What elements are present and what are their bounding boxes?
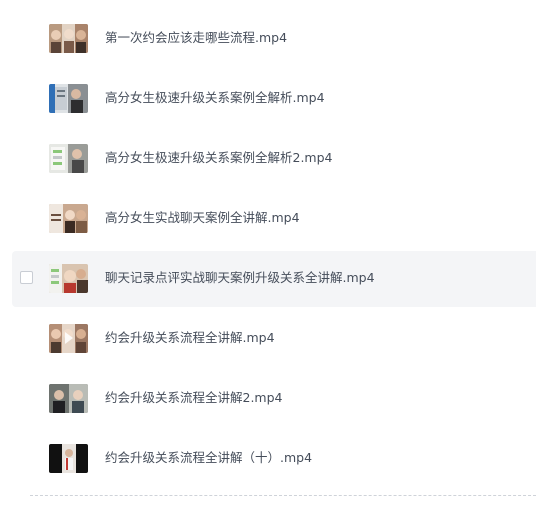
video-thumbnail-icon[interactable] [49,324,88,353]
file-row[interactable]: 高分女生实战聊天案例全讲解.mp4 [12,191,536,247]
video-thumbnail-icon[interactable] [49,84,88,113]
file-row-hovered[interactable]: 聊天记录点评实战聊天案例升级关系全讲解.mp4 [12,251,536,307]
file-list: 第一次约会应该走哪些流程.mp4 高分女生极速升级关系案例全解析.mp4 高分女… [0,0,536,506]
video-thumbnail-icon[interactable] [49,204,88,233]
file-row[interactable]: 高分女生极速升级关系案例全解析2.mp4 [12,131,536,187]
file-row[interactable]: 第一次约会应该走哪些流程.mp4 [12,11,536,67]
file-name[interactable]: 高分女生极速升级关系案例全解析2.mp4 [105,149,333,167]
video-thumbnail-icon[interactable] [49,444,88,473]
file-name[interactable]: 高分女生极速升级关系案例全解析.mp4 [105,89,325,107]
file-row[interactable]: 约会升级关系流程全讲解（十）.mp4 [12,431,536,487]
file-name[interactable]: 聊天记录点评实战聊天案例升级关系全讲解.mp4 [105,269,375,287]
video-thumbnail-icon[interactable] [49,144,88,173]
select-checkbox[interactable] [20,271,33,284]
file-name[interactable]: 第一次约会应该走哪些流程.mp4 [105,29,287,47]
video-thumbnail-icon[interactable] [49,24,88,53]
video-thumbnail-icon[interactable] [49,384,88,413]
file-row[interactable]: 高分女生极速升级关系案例全解析.mp4 [12,71,536,127]
file-name[interactable]: 高分女生实战聊天案例全讲解.mp4 [105,209,300,227]
video-thumbnail-icon[interactable] [49,264,88,293]
file-name[interactable]: 约会升级关系流程全讲解2.mp4 [105,389,283,407]
file-row[interactable]: 约会升级关系流程全讲解.mp4 [12,311,536,367]
file-name[interactable]: 约会升级关系流程全讲解（十）.mp4 [105,449,312,467]
list-divider [30,495,536,496]
file-row[interactable]: 约会升级关系流程全讲解2.mp4 [12,371,536,427]
file-name[interactable]: 约会升级关系流程全讲解.mp4 [105,329,275,347]
